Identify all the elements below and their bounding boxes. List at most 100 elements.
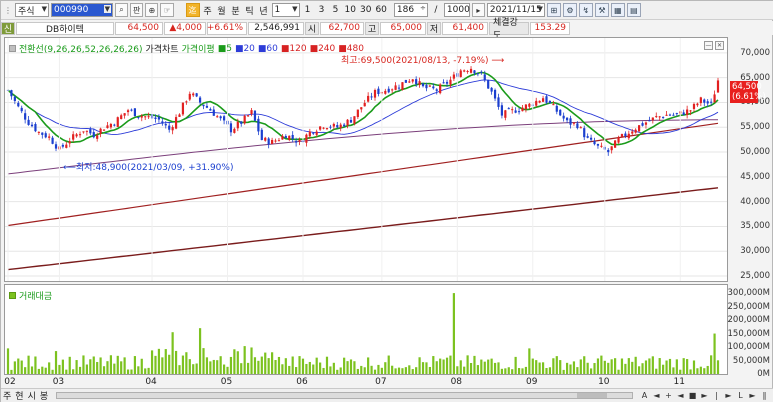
volume-chart-panel[interactable]: 거래대금 (4, 284, 728, 375)
zoom-icon[interactable]: ⊞ (546, 3, 561, 17)
month-tick-label: 10 (598, 377, 610, 387)
nav-button-6[interactable]: | (711, 390, 722, 401)
tick-option-30[interactable]: 30 (359, 3, 372, 17)
volume-bar (668, 358, 672, 374)
legend-volume[interactable]: 거래대금 (19, 289, 52, 302)
pan-button[interactable]: 판 (130, 3, 144, 17)
legend-ma-label[interactable]: 가격이평 (182, 42, 215, 55)
tick-option-5[interactable]: 5 (330, 3, 342, 17)
candle-body (37, 131, 40, 133)
period-year[interactable]: 년 (258, 3, 270, 17)
bottom-label-week[interactable]: 주 (1, 389, 13, 402)
candle-body (545, 96, 548, 103)
stock-code-input[interactable]: 000990 ▼ (51, 3, 113, 17)
candle-body (384, 90, 387, 94)
price-tick-label: 50,000 (740, 147, 770, 158)
stock-chart-window: ⋮ 주식 ▼ 000990 ▼ ⌕ 판 ⊕ ☞ 迄 주 월 분 틱 년 1 ▼ 1 3… (0, 0, 773, 402)
tick-option-1[interactable]: 1 (302, 3, 314, 17)
tick-option-10[interactable]: 10 (344, 3, 357, 17)
legend-ichimoku[interactable]: 전환선(9,26,26,52,26,26,26) (19, 42, 142, 55)
candle-body (463, 70, 466, 72)
legend-ma-5[interactable]: ■5 (218, 44, 232, 54)
market-select-value: 주식 (18, 6, 35, 17)
legend-price-chart[interactable]: 가격차트 (145, 42, 178, 55)
candle-body (178, 114, 181, 117)
price-chart-panel[interactable]: 전환선(9,26,26,52,26,26,26) 가격차트 가격이평 ■5 ■20… (4, 37, 728, 282)
collapse-icon[interactable] (9, 45, 16, 52)
chart-add-button[interactable]: ⊕ (145, 3, 159, 17)
volume-bar (404, 367, 407, 374)
settings-icon[interactable]: ⚙ (562, 3, 577, 17)
candle-body (10, 90, 13, 97)
nav-button-5[interactable]: ► (699, 390, 710, 401)
nav-button-3[interactable]: ◄ (675, 390, 686, 401)
minimize-icon[interactable]: — (704, 41, 713, 50)
horizontal-scrollbar[interactable] (56, 392, 633, 399)
candle-body (106, 125, 109, 129)
candle-body (421, 83, 425, 87)
month-tick-label: 05 (220, 377, 233, 387)
candle-body (490, 87, 493, 92)
nav-button-4[interactable]: ■ (687, 390, 698, 401)
period-month[interactable]: 월 (216, 3, 228, 17)
candle-body (391, 89, 394, 91)
volume-bar (710, 355, 713, 374)
scrollbar-thumb[interactable] (577, 393, 608, 398)
tools-icon[interactable]: ⚒ (594, 3, 609, 17)
bottom-label-current[interactable]: 현 (13, 389, 25, 402)
candle-body (644, 122, 648, 125)
nav-button-9[interactable]: ► (747, 390, 758, 401)
tick-select[interactable]: 1 ▼ (271, 3, 300, 17)
market-select[interactable]: 주식 ▼ (15, 3, 49, 17)
period-minute[interactable]: 분 (230, 3, 242, 17)
volume-bar (480, 359, 483, 374)
search-button[interactable]: ⌕ (115, 3, 128, 17)
nav-button-0[interactable]: A (639, 390, 650, 401)
candle-body (521, 107, 524, 112)
nav-button-8[interactable]: L (735, 390, 746, 401)
volume-bar (325, 356, 329, 374)
volume-bar (706, 365, 709, 374)
hand-button[interactable]: ☞ (160, 3, 174, 17)
count-stepper[interactable]: 186 ÷ (393, 3, 428, 17)
legend-ma-120[interactable]: ■120 (281, 44, 307, 54)
tick-option-60[interactable]: 60 (374, 3, 387, 17)
volume-bar (164, 349, 167, 374)
nav-button-10[interactable]: ∥ (759, 390, 770, 401)
close-icon[interactable]: ✕ (715, 41, 724, 50)
period-tick[interactable]: 틱 (244, 3, 256, 17)
volume-bar (644, 360, 648, 374)
legend-ma-20[interactable]: ■20 (235, 44, 255, 54)
grid-icon[interactable]: ▦ (610, 3, 625, 17)
tick-option-3[interactable]: 3 (316, 3, 328, 17)
bottom-label-time[interactable]: 시 (26, 389, 38, 402)
nav-button-1[interactable]: ◄ (651, 390, 662, 401)
volume-bar (699, 366, 702, 374)
legend-ma-60[interactable]: ■60 (258, 44, 278, 54)
candle-body (662, 117, 665, 119)
count-apply-button[interactable]: ▸ (471, 3, 485, 17)
candle-body (298, 139, 301, 142)
candle-body (116, 117, 119, 127)
toolbar: ⋮ 주식 ▼ 000990 ▼ ⌕ 판 ⊕ ☞ 迄 주 월 분 틱 년 1 ▼ 1 3… (1, 1, 773, 20)
volume-bar (140, 358, 143, 374)
volume-bar (319, 362, 322, 374)
bottom-label-candle[interactable]: 봉 (38, 389, 50, 402)
layout-icon[interactable]: ▤ (626, 3, 641, 17)
period-week[interactable]: 주 (202, 3, 214, 17)
volume-bar (459, 360, 462, 374)
ma-button[interactable]: 迄 (185, 3, 200, 17)
volume-bar (435, 361, 438, 374)
nav-button-2[interactable]: + (663, 390, 674, 401)
indicator-icon[interactable]: ↯ (578, 3, 593, 17)
chevron-down-icon: ▼ (103, 5, 111, 13)
volume-bar (401, 368, 404, 374)
candle-body (284, 136, 287, 139)
legend-ma-480[interactable]: ■480 (338, 44, 364, 54)
nav-button-7[interactable]: ► (723, 390, 734, 401)
candle-body (648, 120, 651, 122)
volume-bar (394, 368, 397, 374)
legend-ma-240[interactable]: ■240 (310, 44, 336, 54)
candle-body (68, 141, 71, 144)
volume-bar (120, 361, 123, 374)
